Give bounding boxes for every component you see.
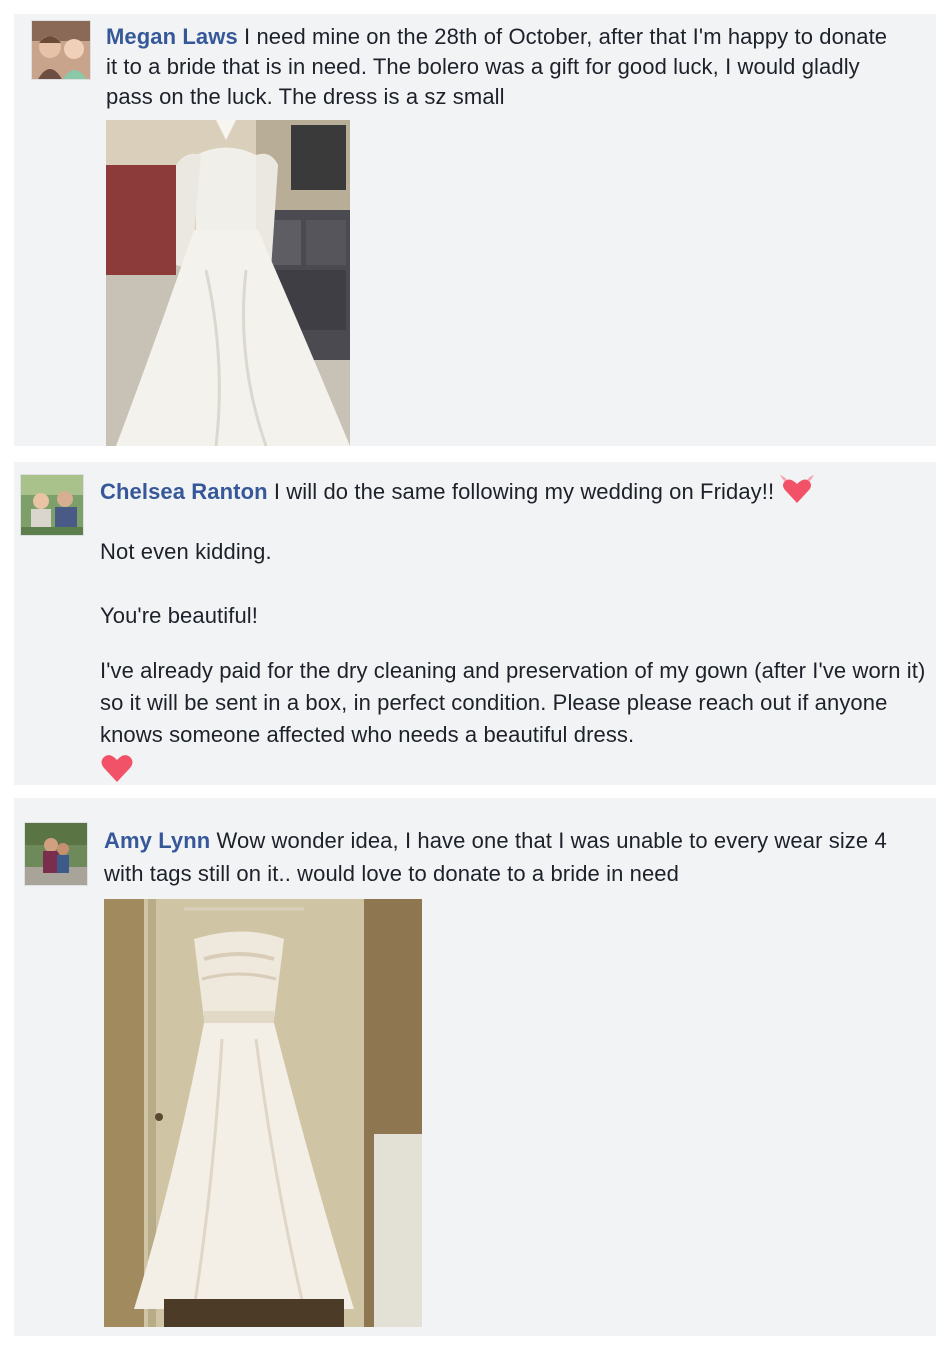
comment-chelsea-ranton: Chelsea Ranton I will do the same follow… (14, 462, 936, 785)
avatar[interactable] (31, 20, 91, 80)
comment-megan-laws: Megan Laws I need mine on the 28th of Oc… (14, 14, 936, 446)
heart-icon (100, 753, 134, 783)
author-name-link[interactable]: Amy Lynn (104, 828, 210, 853)
dress-photo-art (104, 899, 422, 1327)
hanging-wedding-dress-photo[interactable] (104, 899, 422, 1327)
avatar-photo (21, 475, 83, 535)
author-name-link[interactable]: Chelsea Ranton (100, 479, 268, 504)
author-name-link[interactable]: Megan Laws (106, 24, 238, 49)
comment-body: Amy Lynn Wow wonder idea, I have one tha… (104, 824, 924, 890)
dress-photo-art (106, 120, 350, 446)
comment-paragraph: You're beautiful! (100, 603, 258, 628)
heart-with-wings-icon (780, 475, 815, 513)
wedding-dress-with-bolero-photo[interactable] (106, 120, 350, 446)
avatar[interactable] (24, 822, 88, 886)
comment-amy-lynn: Amy Lynn Wow wonder idea, I have one tha… (14, 798, 936, 1336)
comment-text: I will do the same following my wedding … (267, 479, 775, 504)
avatar[interactable] (20, 474, 84, 536)
comment-paragraph: I've already paid for the dry cleaning a… (100, 658, 926, 747)
avatar-photo (25, 823, 87, 885)
comment-paragraph: Not even kidding. (100, 539, 272, 564)
comment-body: Chelsea Ranton I will do the same follow… (100, 475, 930, 783)
comment-text: Wow wonder idea, I have one that I was u… (104, 828, 887, 886)
comment-body: Megan Laws I need mine on the 28th of Oc… (106, 22, 896, 112)
avatar-photo (32, 21, 90, 79)
